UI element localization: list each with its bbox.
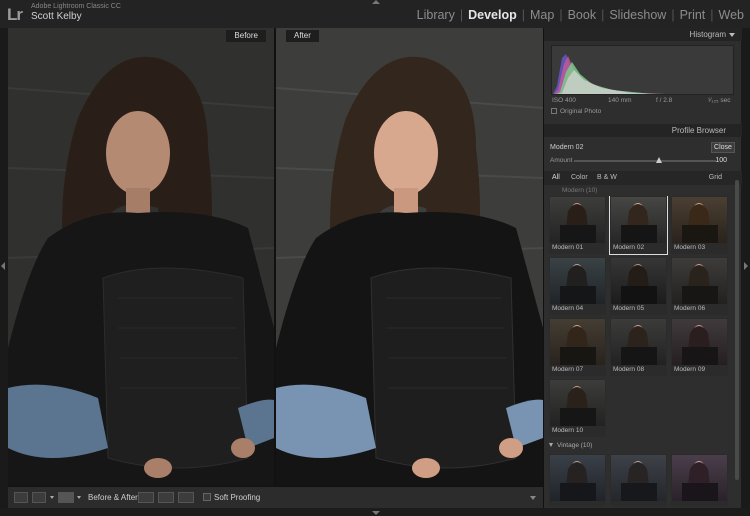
yy-dropdown-icon[interactable] bbox=[77, 496, 81, 499]
after-photo[interactable]: After bbox=[276, 28, 543, 486]
filter-all[interactable]: All bbox=[552, 174, 560, 181]
histogram-graph[interactable] bbox=[551, 45, 734, 95]
exif-shutter: ¹⁄₁₂₅ sec bbox=[708, 97, 731, 104]
original-photo-checkbox[interactable] bbox=[551, 108, 557, 115]
before-label: Before bbox=[226, 30, 266, 42]
soft-proofing-checkbox[interactable] bbox=[203, 493, 211, 501]
user-name: Scott Kelby bbox=[31, 11, 82, 22]
before-portrait-image bbox=[8, 28, 274, 486]
original-photo-label: Original Photo bbox=[560, 108, 602, 115]
vintage-group-label[interactable]: Vintage (10) bbox=[549, 442, 592, 449]
profile-browser-title: Profile Browser bbox=[671, 126, 726, 135]
copy-after-to-before-button[interactable] bbox=[158, 492, 174, 503]
current-profile-name: Modern 02 bbox=[550, 144, 584, 151]
after-label: After bbox=[286, 30, 319, 42]
amount-value[interactable]: 100 bbox=[715, 157, 727, 164]
profile-modern-06[interactable]: Modern 06 bbox=[671, 257, 728, 315]
filter-color[interactable]: Color bbox=[571, 174, 588, 181]
top-bar: Lr Adobe Lightroom Classic CC Scott Kelb… bbox=[0, 0, 750, 28]
left-panel-toggle-icon[interactable] bbox=[1, 262, 5, 270]
lightroom-logo: Lr bbox=[7, 5, 23, 24]
profile-modern-01[interactable]: Modern 01 bbox=[549, 196, 606, 254]
profile-modern-08[interactable]: Modern 08 bbox=[610, 318, 667, 376]
before-photo[interactable]: Before bbox=[8, 28, 274, 486]
profile-browser-scrollbar[interactable] bbox=[735, 180, 739, 480]
profile-modern-10[interactable]: Modern 10 bbox=[549, 379, 606, 437]
module-develop[interactable]: Develop bbox=[466, 8, 519, 22]
module-book[interactable]: Book bbox=[566, 8, 599, 22]
toolbar-menu-icon[interactable] bbox=[530, 496, 536, 500]
after-portrait-image bbox=[276, 28, 543, 486]
profile-grid: Modern 01 Modern 02 Modern 03 Modern 04 … bbox=[549, 196, 733, 506]
filter-bw[interactable]: B & W bbox=[597, 174, 617, 181]
bottom-toolbar: Before & After : Soft Proofing bbox=[8, 486, 543, 508]
profile-vintage-01[interactable] bbox=[549, 454, 606, 506]
module-map[interactable]: Map bbox=[528, 8, 556, 22]
exif-iso: ISO 400 bbox=[552, 97, 576, 104]
profile-vintage-03[interactable] bbox=[671, 454, 728, 506]
exif-focal-length: 140 mm bbox=[608, 97, 632, 104]
vintage-expand-icon[interactable] bbox=[549, 443, 553, 448]
profile-modern-09[interactable]: Modern 09 bbox=[671, 318, 728, 376]
amount-slider-thumb[interactable] bbox=[656, 157, 663, 163]
before-after-label: Before & After : bbox=[88, 493, 143, 502]
loupe-view-button[interactable] bbox=[14, 492, 28, 503]
histogram-collapse-icon[interactable] bbox=[729, 33, 735, 37]
profile-vintage-02[interactable] bbox=[610, 454, 667, 506]
right-panel: Histogram ISO 400 140 mm f / 2.8 ¹⁄₁₂₅ s… bbox=[543, 28, 742, 508]
profile-modern-03[interactable]: Modern 03 bbox=[671, 196, 728, 254]
right-panel-toggle-icon[interactable] bbox=[744, 262, 748, 270]
profile-modern-04[interactable]: Modern 04 bbox=[549, 257, 606, 315]
histogram-plot bbox=[553, 54, 667, 94]
module-web[interactable]: Web bbox=[717, 8, 746, 22]
module-print[interactable]: Print bbox=[678, 8, 708, 22]
amount-slider-track[interactable] bbox=[574, 160, 716, 162]
profile-modern-07[interactable]: Modern 07 bbox=[549, 318, 606, 376]
original-photo-toggle[interactable]: Original Photo bbox=[551, 108, 601, 115]
module-slideshow[interactable]: Slideshow bbox=[607, 8, 668, 22]
view-mode-dropdown-icon[interactable] bbox=[50, 496, 54, 499]
profile-modern-02[interactable]: Modern 02 bbox=[609, 196, 668, 255]
filmstrip-toggle-icon[interactable] bbox=[372, 511, 380, 515]
profile-browser-header[interactable]: Profile Browser bbox=[544, 124, 742, 137]
soft-proofing-label: Soft Proofing bbox=[214, 493, 261, 502]
top-panel-toggle-icon[interactable] bbox=[372, 0, 380, 4]
before-after-view-button[interactable] bbox=[32, 492, 46, 503]
histogram-title: Histogram bbox=[689, 30, 726, 39]
profile-modern-05[interactable]: Modern 05 bbox=[610, 257, 667, 315]
modern-group-label[interactable]: Modern (10) bbox=[562, 187, 597, 194]
profile-filter-bar: All Color B & W Grid bbox=[544, 171, 742, 185]
histogram-header[interactable]: Histogram bbox=[544, 28, 742, 41]
swap-before-after-button[interactable] bbox=[178, 492, 194, 503]
exif-aperture: f / 2.8 bbox=[656, 97, 673, 104]
yy-view-button[interactable] bbox=[58, 492, 74, 503]
module-library[interactable]: Library bbox=[415, 8, 457, 22]
photo-canvas: Before After bbox=[8, 28, 543, 486]
module-picker: Library | Develop | Map | Book | Slidesh… bbox=[415, 8, 746, 22]
product-name: Adobe Lightroom Classic CC bbox=[31, 3, 121, 10]
copy-before-to-after-button[interactable] bbox=[138, 492, 154, 503]
grid-view-toggle[interactable]: Grid bbox=[709, 174, 722, 181]
profile-browser-close-button[interactable]: Close bbox=[711, 142, 735, 153]
